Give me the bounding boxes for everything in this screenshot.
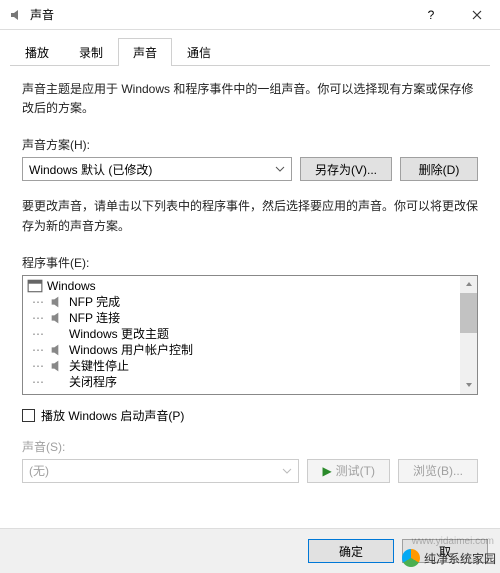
speaker-icon xyxy=(49,295,65,309)
scheme-description: 声音主题是应用于 Windows 和程序事件中的一组声音。你可以选择现有方案或保… xyxy=(22,80,478,118)
tree-item[interactable]: ⋯ NFP 完成 xyxy=(23,294,477,310)
sound-label: 声音(S): xyxy=(22,438,478,455)
tree-item[interactable]: ⋯ Windows 更改主题 xyxy=(23,326,477,342)
speaker-icon xyxy=(49,359,65,373)
tree-item[interactable]: ⋯ NFP 连接 xyxy=(23,310,477,326)
tree-item[interactable]: ⋯ 关闭程序 xyxy=(23,374,477,390)
browse-button: 浏览(B)... xyxy=(398,459,478,483)
speaker-icon xyxy=(49,311,65,325)
chevron-down-icon xyxy=(282,468,292,474)
tab-strip: 播放 录制 声音 通信 xyxy=(0,30,500,66)
tree-item[interactable]: ⋯ Windows 用户帐户控制 xyxy=(23,342,477,358)
tree-root[interactable]: Windows xyxy=(23,278,477,294)
blank-icon xyxy=(49,375,65,389)
tab-recording[interactable]: 录制 xyxy=(64,38,118,66)
dialog-footer: 确定 取 xyxy=(0,528,500,573)
tree-item-label: Windows 用户帐户控制 xyxy=(69,341,193,358)
tree-item-label: 关键性停止 xyxy=(69,357,129,374)
events-label: 程序事件(E): xyxy=(22,254,478,271)
sound-dialog-icon xyxy=(8,7,24,23)
tree-item-label: Windows 更改主题 xyxy=(69,325,169,342)
tree-item[interactable]: ⋯ 关键性停止 xyxy=(23,358,477,374)
ok-button[interactable]: 确定 xyxy=(308,539,394,563)
tab-communications[interactable]: 通信 xyxy=(172,38,226,66)
sound-value: (无) xyxy=(29,462,282,479)
play-icon: ▶ xyxy=(322,464,331,478)
startup-sound-checkbox[interactable]: 播放 Windows 启动声音(P) xyxy=(22,407,478,424)
scheme-label: 声音方案(H): xyxy=(22,136,478,153)
help-button[interactable]: ? xyxy=(408,0,454,30)
scroll-up-button[interactable] xyxy=(460,276,477,293)
tab-playback[interactable]: 播放 xyxy=(10,38,64,66)
tree-item-label: NFP 连接 xyxy=(69,309,120,326)
scheme-value: Windows 默认 (已修改) xyxy=(29,161,275,178)
close-button[interactable] xyxy=(454,0,500,30)
cancel-button[interactable]: 取 xyxy=(402,539,488,563)
delete-button[interactable]: 删除(D) xyxy=(400,157,478,181)
windows-icon xyxy=(27,279,43,293)
save-as-button[interactable]: 另存为(V)... xyxy=(300,157,392,181)
events-description: 要更改声音，请单击以下列表中的程序事件，然后选择要应用的声音。你可以将更改保存为… xyxy=(22,197,478,235)
blank-icon xyxy=(49,327,65,341)
test-button: ▶ 测试(T) xyxy=(307,459,390,483)
scroll-track[interactable] xyxy=(460,333,477,377)
tree-scrollbar[interactable] xyxy=(460,276,477,394)
tree-item-label: 关闭程序 xyxy=(69,373,117,390)
sound-combo: (无) xyxy=(22,459,299,483)
scroll-down-button[interactable] xyxy=(460,377,477,394)
checkbox-icon xyxy=(22,409,35,422)
content-pane: 声音主题是应用于 Windows 和程序事件中的一组声音。你可以选择现有方案或保… xyxy=(0,66,500,497)
titlebar: 声音 ? xyxy=(0,0,500,30)
tree-item-label: NFP 完成 xyxy=(69,293,120,310)
tab-sounds[interactable]: 声音 xyxy=(118,38,172,66)
scheme-combo[interactable]: Windows 默认 (已修改) xyxy=(22,157,292,181)
events-tree[interactable]: Windows ⋯ NFP 完成 ⋯ NFP 连接 ⋯ Windows 更改主题… xyxy=(22,275,478,395)
window-title: 声音 xyxy=(30,6,408,23)
startup-sound-label: 播放 Windows 启动声音(P) xyxy=(41,407,184,424)
chevron-down-icon xyxy=(275,166,285,172)
test-label: 测试(T) xyxy=(336,462,375,479)
tree-root-label: Windows xyxy=(47,279,96,293)
speaker-icon xyxy=(49,343,65,357)
scroll-thumb[interactable] xyxy=(460,293,477,333)
